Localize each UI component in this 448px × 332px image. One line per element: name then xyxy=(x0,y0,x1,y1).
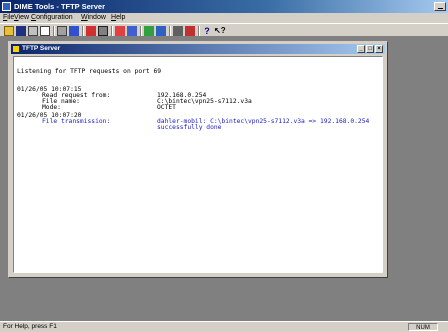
log-label-mode: Mode: xyxy=(42,104,61,111)
tftp-log-view[interactable]: Listening for TFTP requests on port 69 0… xyxy=(13,56,383,273)
tftp-server-window: TFTP Server _ □ × Listening for TFTP req… xyxy=(8,41,388,278)
app-title-bar: DIME Tools - TFTP Server xyxy=(0,0,448,13)
child-minimize-button[interactable]: _ xyxy=(357,45,365,53)
disconnect-icon[interactable] xyxy=(156,26,166,36)
log-label-transmission: File transmission: xyxy=(42,118,111,125)
log-listening: Listening for TFTP requests on port 69 xyxy=(17,68,162,75)
num-lock-indicator: NUM xyxy=(408,323,438,331)
tftp-window-title: TFTP Server xyxy=(22,45,61,52)
toolbar: ? ↖? xyxy=(0,23,448,37)
connect-icon[interactable] xyxy=(144,26,154,36)
toolbar-separator xyxy=(140,26,142,36)
trace-icon[interactable] xyxy=(185,26,195,36)
child-close-button[interactable]: × xyxy=(375,45,383,53)
tftp-window-icon xyxy=(13,46,19,52)
monitor-icon[interactable] xyxy=(173,26,183,36)
tftp-icon[interactable] xyxy=(115,26,125,36)
open-icon[interactable] xyxy=(4,26,14,36)
menu-help[interactable]: Help xyxy=(111,13,125,23)
child-maximize-button[interactable]: □ xyxy=(366,45,374,53)
log-value-mode: OCTET xyxy=(157,104,176,111)
app-icon xyxy=(2,2,11,11)
save-icon[interactable] xyxy=(16,26,26,36)
config-icon[interactable] xyxy=(127,26,137,36)
mdi-client-area: TFTP Server _ □ × Listening for TFTP req… xyxy=(0,37,448,321)
toolbar-separator xyxy=(53,26,55,36)
about-icon[interactable]: ? xyxy=(202,26,212,36)
toolbar-separator xyxy=(169,26,171,36)
tftp-window-title-bar[interactable]: TFTP Server _ □ × xyxy=(11,44,385,54)
log-value-status: successfully done xyxy=(157,124,222,131)
toolbar-separator xyxy=(111,26,113,36)
status-bar: For Help, press F1 NUM xyxy=(0,321,448,331)
app-title: DIME Tools - TFTP Server xyxy=(14,2,105,11)
context-help-icon[interactable]: ↖? xyxy=(214,26,226,36)
menu-file[interactable]: File xyxy=(3,13,14,23)
print-preview-icon[interactable] xyxy=(40,26,50,36)
menu-view[interactable]: View xyxy=(14,13,29,23)
menu-window[interactable]: Window xyxy=(81,13,106,23)
tool-icon[interactable] xyxy=(57,26,67,36)
wrench-icon[interactable] xyxy=(69,26,79,36)
toolbar-separator xyxy=(82,26,84,36)
card-icon[interactable] xyxy=(98,26,108,36)
menu-bar: File View Configuration Window Help xyxy=(0,13,448,23)
toolbar-separator xyxy=(198,26,200,36)
print-icon[interactable] xyxy=(28,26,38,36)
menu-configuration[interactable]: Configuration xyxy=(31,13,73,23)
minimize-button[interactable] xyxy=(434,2,446,11)
network-icon[interactable] xyxy=(86,26,96,36)
